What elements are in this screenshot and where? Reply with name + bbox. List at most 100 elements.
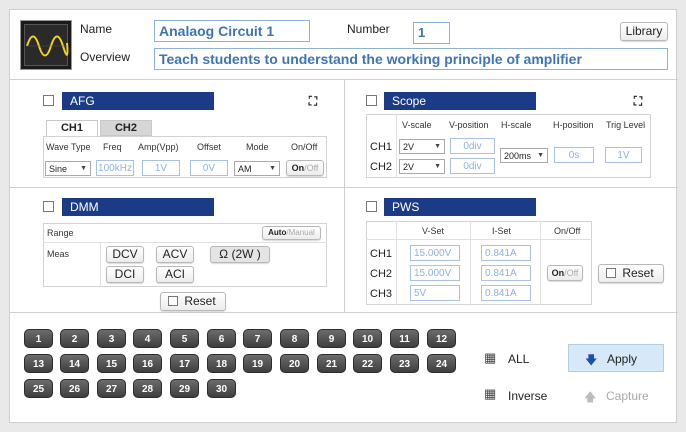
auto-label: Auto	[268, 228, 287, 237]
station-button-17[interactable]: 17	[170, 354, 199, 373]
ch1-vset-field[interactable]: 15.000V	[410, 245, 460, 261]
chevron-down-icon: ▼	[269, 165, 276, 172]
station-button-11[interactable]: 11	[390, 329, 419, 348]
station-button-9[interactable]: 9	[317, 329, 346, 348]
station-button-21[interactable]: 21	[317, 354, 346, 373]
station-button-14[interactable]: 14	[60, 354, 89, 373]
mode-value: AM	[238, 164, 252, 174]
library-button[interactable]: Library	[620, 22, 668, 41]
station-button-20[interactable]: 20	[280, 354, 309, 373]
ch2-iset-field[interactable]: 0.841A	[481, 265, 531, 281]
station-button-8[interactable]: 8	[280, 329, 309, 348]
table-gridline	[470, 221, 471, 305]
hscale-value: 200ms	[504, 151, 532, 161]
ch1-vposition-field[interactable]: 0div	[450, 138, 495, 154]
col-vscale: V-scale	[402, 120, 432, 130]
station-button-6[interactable]: 6	[207, 329, 236, 348]
pws-checkbox[interactable]	[366, 201, 377, 212]
dci-button[interactable]: DCI	[106, 266, 144, 283]
auto-manual-toggle[interactable]: Auto/Manual	[262, 226, 321, 240]
select-all-button[interactable]: ALL	[508, 352, 529, 366]
capture-label: Capture	[606, 389, 649, 403]
inverse-button[interactable]: Inverse	[508, 389, 547, 403]
scope-title: Scope	[384, 92, 536, 110]
tab-ch2[interactable]: CH2	[100, 120, 152, 136]
fullscreen-icon[interactable]: ⛶	[306, 95, 320, 107]
ch1-vscale-select[interactable]: 2V ▼	[399, 139, 445, 154]
apply-button[interactable]: 🡇 Apply	[568, 344, 664, 372]
capture-button[interactable]: 🡅 Capture	[568, 382, 664, 410]
ch1-vscale-value: 2V	[403, 142, 415, 152]
pws-reset-button[interactable]: Reset	[598, 264, 664, 283]
apply-label: Apply	[607, 352, 638, 366]
hscale-select[interactable]: 200ms ▼	[500, 148, 548, 163]
ch3-vset-field[interactable]: 5V	[410, 285, 460, 301]
tab-ch1[interactable]: CH1	[46, 120, 98, 136]
station-button-24[interactable]: 24	[427, 354, 456, 373]
station-button-12[interactable]: 12	[427, 329, 456, 348]
ohm-2w-button[interactable]: Ω (2W )	[210, 246, 270, 263]
pws-ch1-label: CH1	[370, 248, 393, 260]
scope-checkbox[interactable]	[366, 95, 377, 106]
wave-type-select[interactable]: Sine ▼	[45, 161, 91, 176]
afg-checkbox[interactable]	[43, 95, 54, 106]
station-button-3[interactable]: 3	[97, 329, 126, 348]
station-button-23[interactable]: 23	[390, 354, 419, 373]
onoff-on-label: On	[551, 268, 565, 278]
station-button-18[interactable]: 18	[207, 354, 236, 373]
station-button-4[interactable]: 4	[133, 329, 162, 348]
col-onoff: On/Off	[291, 142, 318, 152]
table-gridline	[396, 221, 397, 305]
station-button-19[interactable]: 19	[243, 354, 272, 373]
acv-button[interactable]: ACV	[156, 246, 194, 263]
chevron-down-icon: ▼	[80, 165, 87, 172]
dcv-button[interactable]: DCV	[106, 246, 144, 263]
station-button-1[interactable]: 1	[24, 329, 53, 348]
ch2-vscale-select[interactable]: 2V ▼	[399, 159, 445, 174]
oscilloscope-logo-icon	[20, 20, 72, 70]
table-gridline	[43, 242, 327, 243]
station-button-16[interactable]: 16	[133, 354, 162, 373]
aci-button[interactable]: ACI	[156, 266, 194, 283]
ch2-vset-field[interactable]: 15.000V	[410, 265, 460, 281]
ch2-vposition-field[interactable]: 0div	[450, 158, 495, 174]
ch3-iset-field[interactable]: 0.841A	[481, 285, 531, 301]
station-button-7[interactable]: 7	[243, 329, 272, 348]
station-button-13[interactable]: 13	[24, 354, 53, 373]
station-button-5[interactable]: 5	[170, 329, 199, 348]
amp-field[interactable]: 1V	[142, 160, 180, 176]
station-button-27[interactable]: 27	[97, 379, 126, 398]
scope-ch2-label: CH2	[370, 161, 393, 173]
col-hposition: H-position	[553, 120, 594, 130]
afg-onoff-toggle[interactable]: On/Off	[286, 160, 324, 176]
col-iset: I-Set	[492, 226, 512, 236]
panel-divider-horizontal	[10, 187, 678, 188]
hposition-field[interactable]: 0s	[554, 147, 594, 163]
station-button-29[interactable]: 29	[170, 379, 199, 398]
col-vset: V-Set	[422, 226, 445, 236]
name-field[interactable]: Analaog Circuit 1	[154, 20, 310, 42]
station-button-2[interactable]: 2	[60, 329, 89, 348]
trig-level-field[interactable]: 1V	[605, 147, 642, 163]
station-button-10[interactable]: 10	[353, 329, 382, 348]
station-button-25[interactable]: 25	[24, 379, 53, 398]
station-button-28[interactable]: 28	[133, 379, 162, 398]
col-mode: Mode	[246, 142, 269, 152]
fullscreen-icon[interactable]: ⛶	[631, 95, 645, 107]
chevron-down-icon: ▼	[434, 143, 441, 150]
number-label: Number	[347, 22, 390, 36]
ch1-iset-field[interactable]: 0.841A	[481, 245, 531, 261]
freq-field[interactable]: 100kHz	[96, 160, 134, 176]
onoff-off-label: Off	[566, 268, 579, 278]
number-field[interactable]: 1	[413, 22, 450, 44]
dmm-reset-button[interactable]: Reset	[160, 292, 226, 311]
station-button-30[interactable]: 30	[207, 379, 236, 398]
station-button-26[interactable]: 26	[60, 379, 89, 398]
station-button-22[interactable]: 22	[353, 354, 382, 373]
station-button-15[interactable]: 15	[97, 354, 126, 373]
overview-field[interactable]: Teach students to understand the working…	[154, 48, 668, 70]
dmm-checkbox[interactable]	[43, 201, 54, 212]
pws-onoff-toggle[interactable]: On/Off	[547, 265, 583, 281]
mode-select[interactable]: AM ▼	[234, 161, 280, 176]
offset-field[interactable]: 0V	[190, 160, 228, 176]
